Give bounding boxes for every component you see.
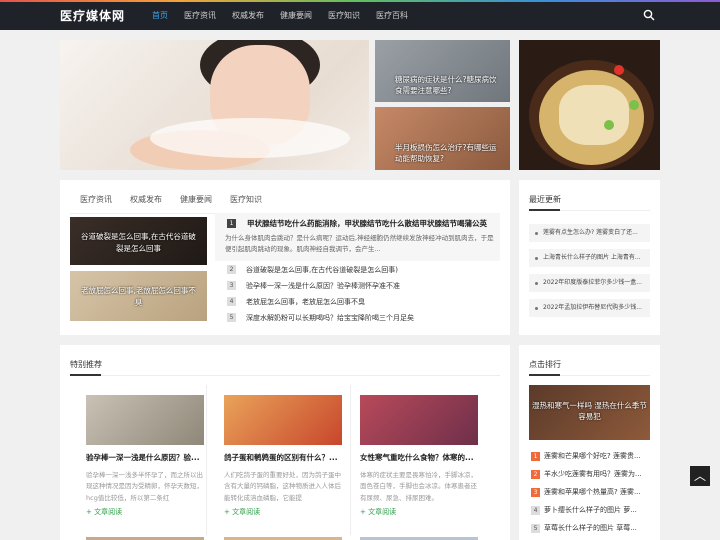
search-icon[interactable]: [643, 9, 655, 21]
nav-item-official[interactable]: 权威发布: [232, 10, 264, 21]
side-slide-caption: 糖尿病的症状是什么?糖尿病饮食需要注意哪些?: [395, 74, 497, 95]
update-item[interactable]: 2022年印度版泰拉菲尔多少钱一盒...: [529, 274, 650, 292]
news-photo-caption: 谷道破裂是怎么回事,在古代谷道破裂是怎么回事: [81, 232, 196, 253]
rank-number: 2: [227, 265, 236, 274]
slider-water-splash: [150, 118, 350, 158]
panel-title-underline: [529, 209, 560, 211]
nav-item-knowledge[interactable]: 医疗知识: [328, 10, 360, 21]
food-pepper-shape: [604, 120, 614, 130]
food-chicken-shape: [559, 85, 629, 145]
update-item[interactable]: 莲雾有点生怎么办? 莲雾变白了还...: [529, 224, 650, 242]
card-title[interactable]: 验孕棒一深一浅是什么原因？验...: [86, 452, 204, 463]
back-to-top-button[interactable]: ︿: [690, 466, 710, 486]
card-divider: [206, 385, 207, 535]
card-title[interactable]: 鸽子蛋和鹌鹑蛋的区别有什么？...: [224, 452, 342, 463]
ranking-item[interactable]: 4 萝卜缨长什么样子的图片 萝...: [531, 503, 652, 519]
ranking-panel: 点击排行 湿热和寒气一样吗 湿热在什么季节容易犯 1 莲雾和芒果哪个好吃? 莲雾贵…: [519, 345, 660, 540]
card-image[interactable]: [86, 395, 204, 445]
news-photo-caption: 老放屁怎么回事,老放屁怎么回事不臭: [81, 286, 196, 307]
update-item[interactable]: 上海青长什么样子的图片 上海青有...: [529, 249, 650, 267]
panel-title: 最近更新: [529, 195, 561, 204]
card-title[interactable]: 女性寒气重吃什么食物？体寒的...: [360, 452, 478, 463]
list-item-title[interactable]: 验孕棒一深一浅是什么原因？验孕棒测怀孕准不准: [246, 281, 400, 291]
news-photo-2[interactable]: 老放屁怎么回事,老放屁怎么回事不臭: [70, 271, 207, 321]
news-tabs-panel: 医疗资讯 权威发布 健康要闻 医疗知识 谷道破裂是怎么回事,在古代谷道破裂是怎么…: [60, 180, 510, 335]
headline-title[interactable]: 甲状腺结节吃什么药能消除，甲状腺结节吃什么散结甲状腺结节喝蒲公英: [247, 218, 487, 229]
rank-number: 4: [227, 297, 236, 306]
header: 医疗媒体网 首页 医疗资讯 权威发布 健康要闻 医疗知识 医疗百科: [0, 2, 720, 30]
nav-item-news[interactable]: 医疗资讯: [184, 10, 216, 21]
tab-official[interactable]: 权威发布: [130, 194, 162, 205]
ranking-item-title[interactable]: 莲雾和芒果哪个好吃? 莲雾贵...: [544, 451, 652, 461]
ranking-item[interactable]: 3 莲雾和苹果哪个热量高? 莲雾...: [531, 485, 652, 501]
nav-item-encyclopedia[interactable]: 医疗百科: [376, 10, 408, 21]
rank-number: 1: [531, 452, 540, 461]
headline-desc: 为什么身体肌肉会跳动？是什么病呢？运动后,神经细胞仍然继续发放神经冲动到肌肉去，…: [225, 234, 494, 254]
nav-item-health[interactable]: 健康要闻: [280, 10, 312, 21]
ranking-item-title[interactable]: 莲雾和苹果哪个热量高? 莲雾...: [544, 487, 652, 497]
card-divider: [350, 385, 351, 535]
ranking-item-title[interactable]: 羊水少吃莲雾有用吗？莲雾为...: [544, 469, 652, 479]
ranking-item-title[interactable]: 草莓长什么样子的图片 草莓...: [544, 523, 652, 533]
panel-divider: [70, 375, 500, 376]
card-desc: 人们吃鸽子蛋的重要好处，因为鸽子蛋中含有大量的钙磷脂，这种物质进入人体后能转化成…: [224, 471, 341, 502]
card-image[interactable]: [224, 395, 342, 445]
ranking-item[interactable]: 5 草莓长什么样子的图片 草莓...: [531, 521, 652, 537]
ranking-item[interactable]: 1 莲雾和芒果哪个好吃? 莲雾贵...: [531, 449, 652, 465]
featured-panel: 特别推荐 验孕棒一深一浅是什么原因？验... 验孕棒一深一浅多半怀孕了，而之所以…: [60, 345, 510, 540]
ranking-image[interactable]: 湿热和寒气一样吗 湿热在什么季节容易犯: [529, 385, 650, 440]
ranking-item-title[interactable]: 萝卜缨长什么样子的图片 萝...: [544, 505, 652, 515]
list-item-title[interactable]: 谷道破裂是怎么回事,在古代谷道破裂是怎么回事): [246, 265, 398, 275]
nav-item-home[interactable]: 首页: [152, 10, 168, 21]
food-pepper-shape: [629, 100, 639, 110]
list-item-title[interactable]: 深度水解奶粉可以长期喝吗？给宝宝降阶喝三个月足矣: [246, 313, 414, 323]
tab-news[interactable]: 医疗资讯: [80, 194, 112, 205]
ranking-image-caption: 湿热和寒气一样吗 湿热在什么季节容易犯: [532, 401, 647, 422]
list-item-title[interactable]: 老放屁怎么回事，老放屁怎么回事不臭: [246, 297, 365, 307]
card-desc: 验孕棒一深一浅多半怀孕了，而之所以出现这种情况是因为受精卵，怀孕天数短，hcg值…: [86, 471, 203, 502]
rank-number: 1: [227, 219, 236, 228]
rank-number: 4: [531, 506, 540, 515]
rank-number: 2: [531, 470, 540, 479]
side-slide-1[interactable]: 糖尿病的症状是什么?糖尿病饮食需要注意哪些?: [375, 40, 510, 102]
panel-title: 特别推荐: [70, 360, 102, 369]
headline-item[interactable]: 1 甲状腺结节吃什么药能消除，甲状腺结节吃什么散结甲状腺结节喝蒲公英 为什么身体…: [215, 213, 500, 261]
news-tabs: 医疗资讯 权威发布 健康要闻 医疗知识: [80, 194, 280, 205]
card-image[interactable]: [360, 395, 478, 445]
ranking-item[interactable]: 2 羊水少吃莲雾有用吗？莲雾为...: [531, 467, 652, 483]
card-desc: 体寒的症状主要是畏寒怕冷，手脚冰凉，面色苍白等，手脚也会冰凉。体寒患者还有尿频、…: [360, 471, 477, 502]
recent-updates-panel: 最近更新 莲雾有点生怎么办? 莲雾变白了还... 上海青长什么样子的图片 上海青…: [519, 180, 660, 335]
read-more-link[interactable]: + 文章阅读: [360, 507, 396, 517]
rank-number: 3: [227, 281, 236, 290]
news-photo-1[interactable]: 谷道破裂是怎么回事,在古代谷道破裂是怎么回事: [70, 217, 207, 265]
tab-health[interactable]: 健康要闻: [180, 194, 212, 205]
main-slider-image[interactable]: [60, 40, 369, 170]
panel-title-underline: [529, 374, 560, 376]
side-slide-caption: 半月板损伤怎么治疗?有哪些运动能帮助恢复?: [395, 142, 497, 163]
site-logo[interactable]: 医疗媒体网: [60, 7, 125, 24]
main-nav: 首页 医疗资讯 权威发布 健康要闻 医疗知识 医疗百科: [152, 10, 424, 21]
side-slide-2[interactable]: 半月板损伤怎么治疗?有哪些运动能帮助恢复?: [375, 107, 510, 170]
read-more-link[interactable]: + 文章阅读: [86, 507, 122, 517]
read-more-link[interactable]: + 文章阅读: [224, 507, 260, 517]
rank-number: 3: [531, 488, 540, 497]
food-pepper-shape: [614, 65, 624, 75]
rank-number: 5: [531, 524, 540, 533]
update-item[interactable]: 2022年孟加拉伊布替尼代购多少钱...: [529, 299, 650, 317]
panel-title: 点击排行: [529, 360, 561, 369]
rank-number: 5: [227, 313, 236, 322]
tab-knowledge[interactable]: 医疗知识: [230, 194, 262, 205]
panel-title-underline: [70, 374, 101, 376]
food-image[interactable]: [519, 40, 660, 170]
